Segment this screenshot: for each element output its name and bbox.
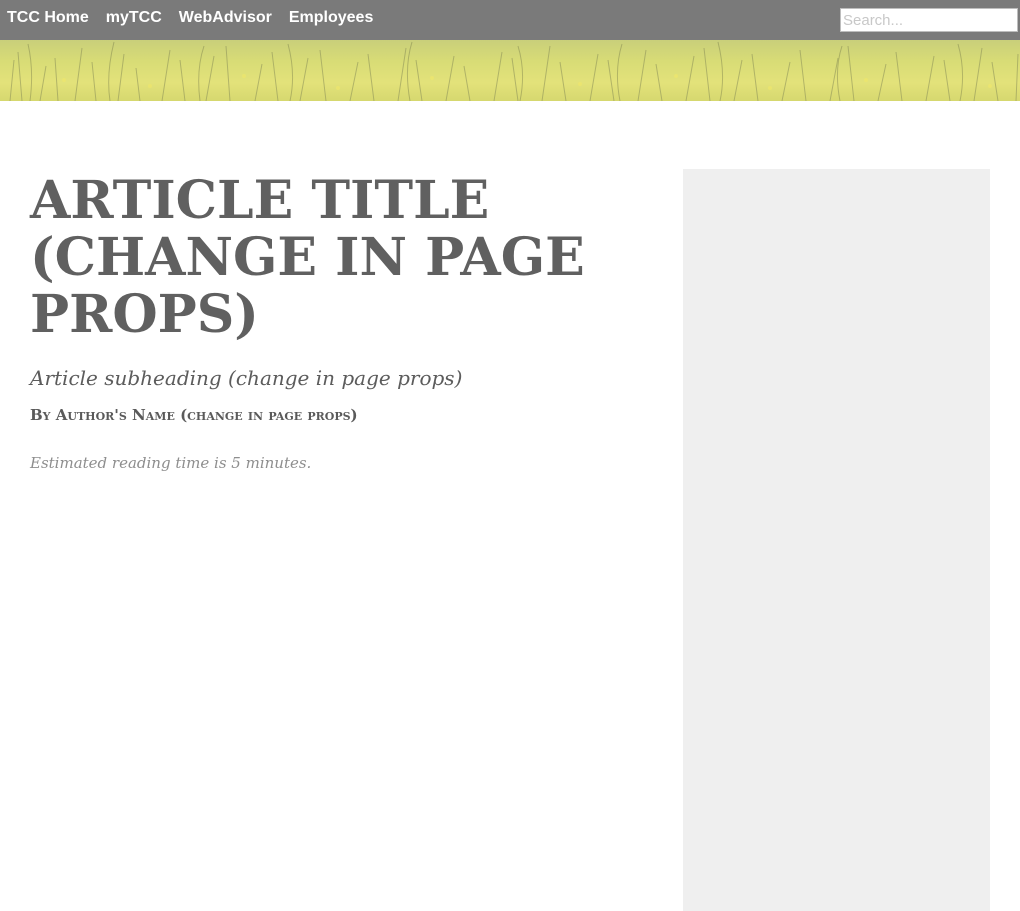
nav-link-employees[interactable]: Employees <box>289 9 373 27</box>
article-main: Article Title (change in page props) Art… <box>30 172 650 473</box>
meadow-grass-image <box>9 41 1019 101</box>
nav-link-mytcc[interactable]: myTCC <box>106 9 162 27</box>
reading-time: Estimated reading time is 5 minutes. <box>30 454 312 472</box>
nav-link-webadvisor[interactable]: WebAdvisor <box>179 9 272 27</box>
header-banner-image <box>0 40 1020 101</box>
article-subheading: Article subheading (change in page props… <box>30 366 463 390</box>
sidebar-panel <box>683 169 990 911</box>
article-byline: By Author's Name (change in page props) <box>30 406 358 424</box>
article-title: Article Title (change in page props) <box>30 170 585 345</box>
nav-link-tcc-home[interactable]: TCC Home <box>7 9 89 27</box>
search-input[interactable] <box>840 8 1018 32</box>
nav-links: TCC Home myTCC WebAdvisor Employees <box>7 9 390 27</box>
top-navigation-bar: TCC Home myTCC WebAdvisor Employees <box>0 0 1020 40</box>
